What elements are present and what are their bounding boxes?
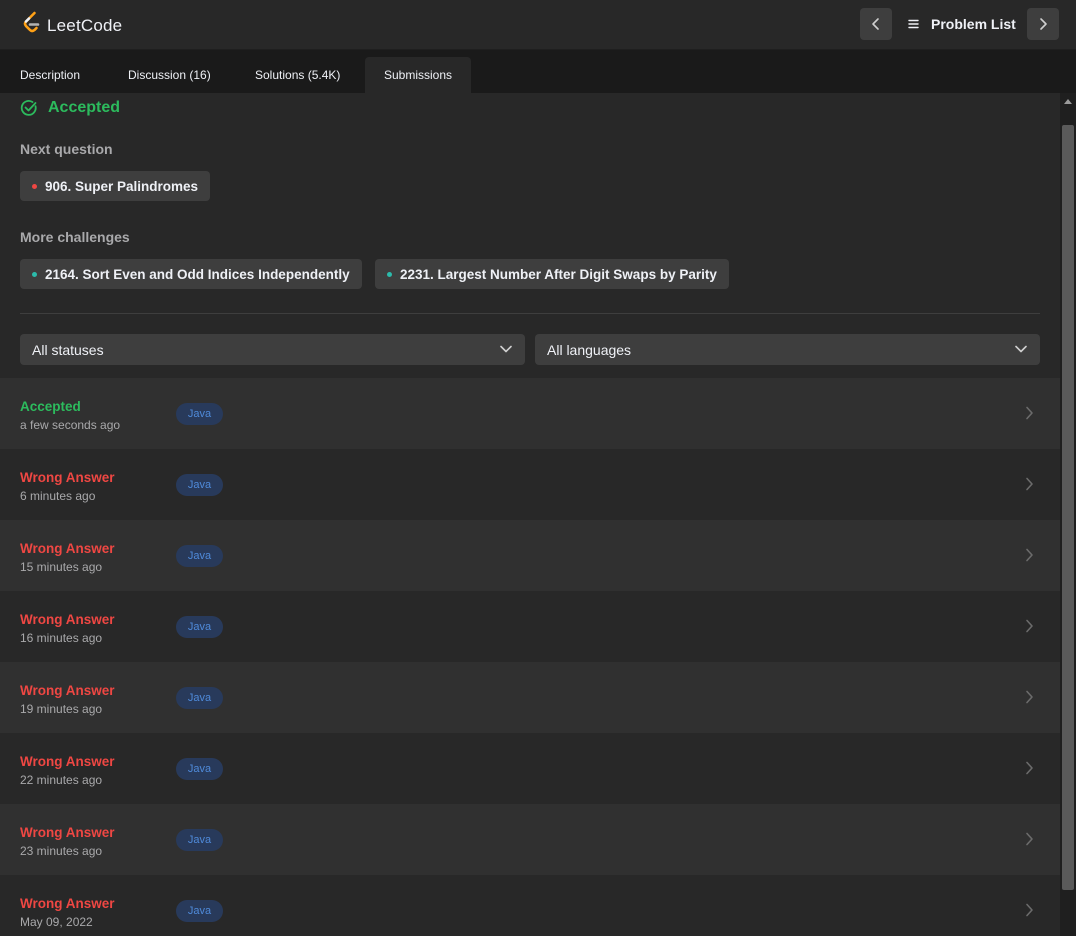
chevron-right-icon xyxy=(1026,832,1033,846)
divider xyxy=(20,313,1040,314)
chevron-right-icon xyxy=(1026,548,1033,562)
submission-time: 15 minutes ago xyxy=(20,560,103,574)
chevron-left-icon xyxy=(872,18,879,30)
scrollbar-thumb[interactable] xyxy=(1062,125,1074,890)
chevron-right-icon xyxy=(1026,903,1033,917)
difficulty-dot xyxy=(387,271,392,277)
submission-status: Wrong Answer xyxy=(20,896,115,911)
submission-row[interactable]: Wrong Answer 19 minutes ago Java xyxy=(0,662,1060,733)
more-challenges-label: More challenges xyxy=(20,229,130,245)
challenge-chip[interactable]: 2231. Largest Number After Digit Swaps b… xyxy=(375,259,729,289)
challenge-title: 2231. Largest Number After Digit Swaps b… xyxy=(400,266,717,282)
challenge-title: 2164. Sort Even and Odd Indices Independ… xyxy=(45,266,350,282)
scrollbar[interactable] xyxy=(1060,93,1076,936)
language-badge: Java xyxy=(176,900,223,922)
tab-submissions[interactable]: Submissions xyxy=(365,57,471,93)
previous-problem-button[interactable] xyxy=(860,8,892,40)
submission-row[interactable]: Wrong Answer 15 minutes ago Java xyxy=(0,520,1060,591)
challenge-chip[interactable]: 2164. Sort Even and Odd Indices Independ… xyxy=(20,259,362,289)
submission-time: 19 minutes ago xyxy=(20,702,103,716)
submission-time: 23 minutes ago xyxy=(20,844,103,858)
chevron-right-icon xyxy=(1026,406,1033,420)
next-question-chip[interactable]: 906. Super Palindromes xyxy=(20,171,211,201)
chevron-down-icon xyxy=(1015,345,1027,353)
submission-row[interactable]: Wrong Answer 22 minutes ago Java xyxy=(0,733,1060,804)
language-filter-value: All languages xyxy=(547,341,632,358)
submission-row[interactable]: Wrong Answer 16 minutes ago Java xyxy=(0,591,1060,662)
app-name: LeetCode xyxy=(47,15,123,35)
submission-time: May 09, 2022 xyxy=(20,915,93,929)
submission-time: 16 minutes ago xyxy=(20,631,103,645)
submission-row[interactable]: Wrong Answer May 09, 2022 Java xyxy=(0,875,1060,936)
tab-description[interactable]: Description xyxy=(20,57,80,93)
next-problem-button[interactable] xyxy=(1027,8,1059,40)
chevron-right-icon xyxy=(1026,761,1033,775)
submission-status: Wrong Answer xyxy=(20,541,115,556)
submission-time: a few seconds ago xyxy=(20,418,121,432)
submission-status: Wrong Answer xyxy=(20,683,115,698)
tab-bar: Description Discussion (16) Solutions (5… xyxy=(0,50,1076,93)
problem-list-button[interactable]: Problem List xyxy=(908,8,1016,40)
tab-solutions[interactable]: Solutions (5.4K) xyxy=(255,57,340,93)
scroll-up-arrow-icon[interactable] xyxy=(1064,98,1072,104)
submissions-panel: Accepted Next question 906. Super Palind… xyxy=(0,93,1060,936)
language-badge: Java xyxy=(176,474,223,496)
chevron-right-icon xyxy=(1026,477,1033,491)
language-badge: Java xyxy=(176,545,223,567)
status-filter-select[interactable]: All statuses xyxy=(20,334,525,365)
language-badge: Java xyxy=(176,403,223,425)
result-status: Accepted xyxy=(48,99,121,116)
language-badge: Java xyxy=(176,616,223,638)
next-question-title: 906. Super Palindromes xyxy=(45,178,199,194)
submission-time: 22 minutes ago xyxy=(20,773,103,787)
language-badge: Java xyxy=(176,758,223,780)
chevron-right-icon xyxy=(1026,619,1033,633)
problem-list-label: Problem List xyxy=(931,16,1016,32)
submission-row[interactable]: Wrong Answer 6 minutes ago Java xyxy=(0,449,1060,520)
language-filter-select[interactable]: All languages xyxy=(535,334,1040,365)
submission-status: Wrong Answer xyxy=(20,825,115,840)
submission-status: Wrong Answer xyxy=(20,612,115,627)
submission-status: Accepted xyxy=(20,399,81,414)
chevron-right-icon xyxy=(1026,690,1033,704)
top-bar: LeetCode Problem List xyxy=(0,0,1076,50)
submission-list: Accepted a few seconds ago Java Wrong Answe… xyxy=(0,378,1060,936)
result-header: Accepted xyxy=(20,99,120,117)
submission-time: 6 minutes ago xyxy=(20,489,96,503)
submission-row[interactable]: Wrong Answer 23 minutes ago Java xyxy=(0,804,1060,875)
submission-status: Wrong Answer xyxy=(20,754,115,769)
submission-status: Wrong Answer xyxy=(20,470,115,485)
difficulty-dot xyxy=(32,271,37,277)
chevron-down-icon xyxy=(500,345,512,353)
difficulty-dot xyxy=(32,183,37,189)
check-circle-icon xyxy=(20,99,37,116)
leetcode-logo-icon xyxy=(22,11,42,40)
list-icon xyxy=(908,19,919,29)
status-filter-value: All statuses xyxy=(32,341,104,358)
submission-row[interactable]: Accepted a few seconds ago Java xyxy=(0,378,1060,449)
language-badge: Java xyxy=(176,687,223,709)
chevron-right-icon xyxy=(1040,18,1047,30)
next-question-label: Next question xyxy=(20,141,113,157)
tab-discussion[interactable]: Discussion (16) xyxy=(128,57,211,93)
language-badge: Java xyxy=(176,829,223,851)
leetcode-logo[interactable]: LeetCode xyxy=(22,11,122,40)
